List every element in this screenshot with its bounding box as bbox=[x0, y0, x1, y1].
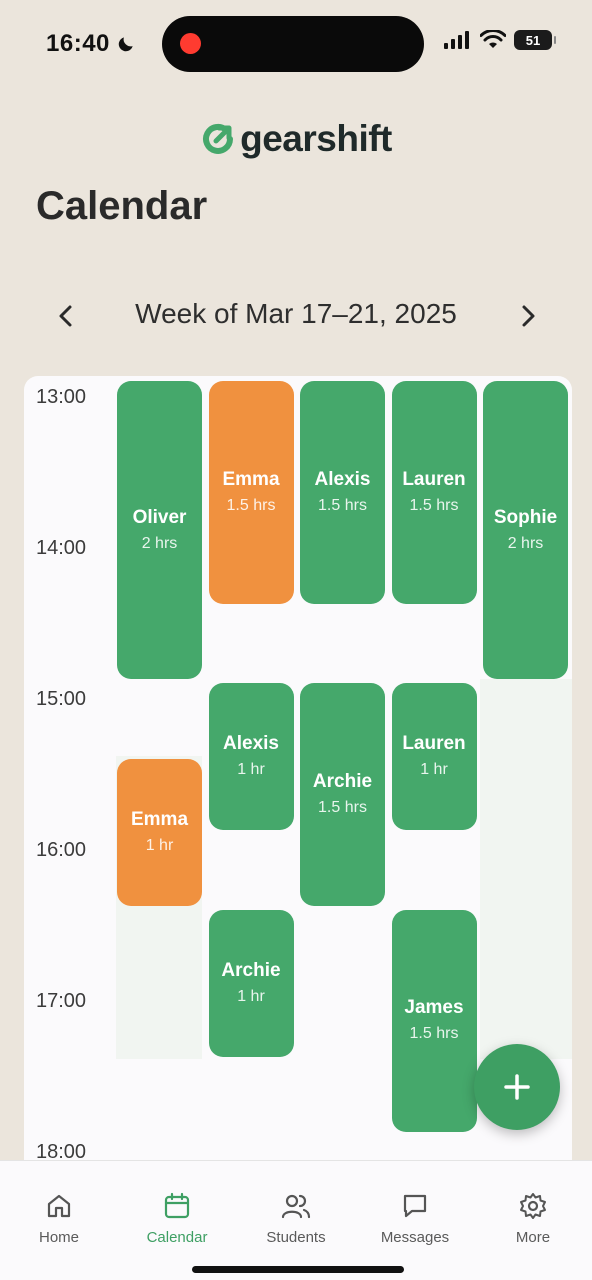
event-duration: 1.5 hrs bbox=[409, 496, 459, 514]
calendar-event[interactable]: Emma 1.5 hrs bbox=[208, 381, 294, 604]
event-student-name: Lauren bbox=[402, 468, 466, 490]
hour-label: 17:00 bbox=[36, 990, 87, 1012]
event-student-name: Alexis bbox=[223, 733, 279, 754]
status-time: 16:40 bbox=[46, 30, 136, 58]
event-duration: 1 hr bbox=[420, 761, 448, 778]
tab-label: Students bbox=[266, 1229, 326, 1246]
logo-text: gearshift bbox=[240, 118, 392, 159]
event-duration: 1 hr bbox=[145, 836, 174, 854]
app-logo: gearshift bbox=[0, 118, 592, 160]
signal-icon bbox=[444, 31, 469, 49]
clock-text: 16:40 bbox=[46, 30, 110, 57]
event-student-name: Alexis bbox=[314, 468, 371, 490]
battery-level: 51 bbox=[525, 32, 541, 48]
tab-more[interactable]: More bbox=[474, 1191, 592, 1246]
calendar-event[interactable]: Emma 1 hr bbox=[117, 758, 202, 906]
week-label: Week of Mar 17–21, 2025 bbox=[135, 298, 457, 329]
week-navigation: Week of Mar 17–21, 2025 bbox=[0, 296, 592, 336]
event-student-name: Archie bbox=[221, 959, 281, 981]
event-duration: 2 hrs bbox=[507, 534, 544, 552]
plus-icon bbox=[504, 1074, 530, 1100]
event-student-name: James bbox=[404, 997, 464, 1019]
calendar-event[interactable]: Alexis 1 hr bbox=[208, 683, 294, 830]
home-icon bbox=[47, 1194, 71, 1218]
availability-shade bbox=[480, 679, 572, 1059]
calendar-event[interactable]: James 1.5 hrs bbox=[391, 909, 477, 1132]
status-icons: 51 bbox=[444, 30, 556, 50]
calendar-event[interactable]: Lauren 1 hr bbox=[391, 683, 477, 830]
event-duration: 1.5 hrs bbox=[226, 496, 276, 514]
chevron-right-icon bbox=[522, 305, 535, 327]
event-student-name: Archie bbox=[312, 770, 373, 792]
tab-messages[interactable]: Messages bbox=[356, 1191, 474, 1246]
calendar-event[interactable]: Alexis 1.5 hrs bbox=[300, 381, 385, 604]
event-student-name: Emma bbox=[130, 808, 189, 830]
event-duration: 2 hrs bbox=[141, 534, 178, 552]
event-duration: 1.5 hrs bbox=[409, 1025, 459, 1043]
tab-home[interactable]: Home bbox=[0, 1191, 118, 1246]
event-duration: 1 hr bbox=[237, 987, 265, 1005]
gear-icon bbox=[520, 1193, 546, 1219]
moon-icon bbox=[118, 37, 133, 52]
next-week-button[interactable] bbox=[510, 298, 546, 334]
event-duration: 1 hr bbox=[237, 761, 265, 778]
event-duration: 1.5 hrs bbox=[318, 496, 367, 514]
page-title: Calendar bbox=[36, 184, 208, 228]
event-student-name: Lauren bbox=[402, 733, 466, 754]
calendar-event[interactable]: Lauren 1.5 hrs bbox=[391, 381, 477, 604]
calendar-event[interactable]: Oliver 2 hrs bbox=[117, 381, 202, 679]
event-student-name: Sophie bbox=[493, 506, 558, 528]
battery-icon: 51 bbox=[514, 30, 556, 50]
recording-indicator-icon bbox=[180, 33, 201, 54]
tab-label: More bbox=[515, 1229, 551, 1246]
students-icon bbox=[281, 1194, 311, 1219]
messages-icon bbox=[403, 1194, 427, 1218]
wifi-icon bbox=[480, 30, 506, 48]
hour-label: 13:00 bbox=[36, 386, 87, 408]
event-student-name: Emma bbox=[222, 468, 280, 490]
event-duration: 1.5 hrs bbox=[318, 798, 367, 816]
tab-students[interactable]: Students bbox=[237, 1191, 355, 1246]
tab-label: Calendar bbox=[146, 1229, 208, 1246]
add-event-button[interactable] bbox=[474, 1044, 560, 1130]
calendar-icon bbox=[164, 1192, 190, 1219]
home-indicator bbox=[192, 1266, 404, 1273]
calendar-event[interactable]: Archie 1 hr bbox=[208, 909, 294, 1057]
status-bar: 16:40 51 bbox=[0, 0, 592, 90]
calendar-event[interactable]: Sophie 2 hrs bbox=[483, 381, 568, 679]
hour-label: 15:00 bbox=[36, 688, 87, 710]
tab-label: Messages bbox=[380, 1229, 450, 1246]
tab-label: Home bbox=[38, 1229, 79, 1246]
tab-bar: Home Calendar Students Messages More bbox=[0, 1160, 592, 1280]
hour-label: 14:00 bbox=[36, 537, 87, 559]
hour-label: 16:00 bbox=[36, 839, 87, 861]
gearshift-logo-icon bbox=[203, 123, 234, 154]
tab-calendar[interactable]: Calendar bbox=[118, 1191, 236, 1246]
event-student-name: Oliver bbox=[132, 506, 187, 528]
dynamic-island bbox=[162, 16, 424, 72]
calendar-event[interactable]: Archie 1.5 hrs bbox=[300, 683, 385, 906]
